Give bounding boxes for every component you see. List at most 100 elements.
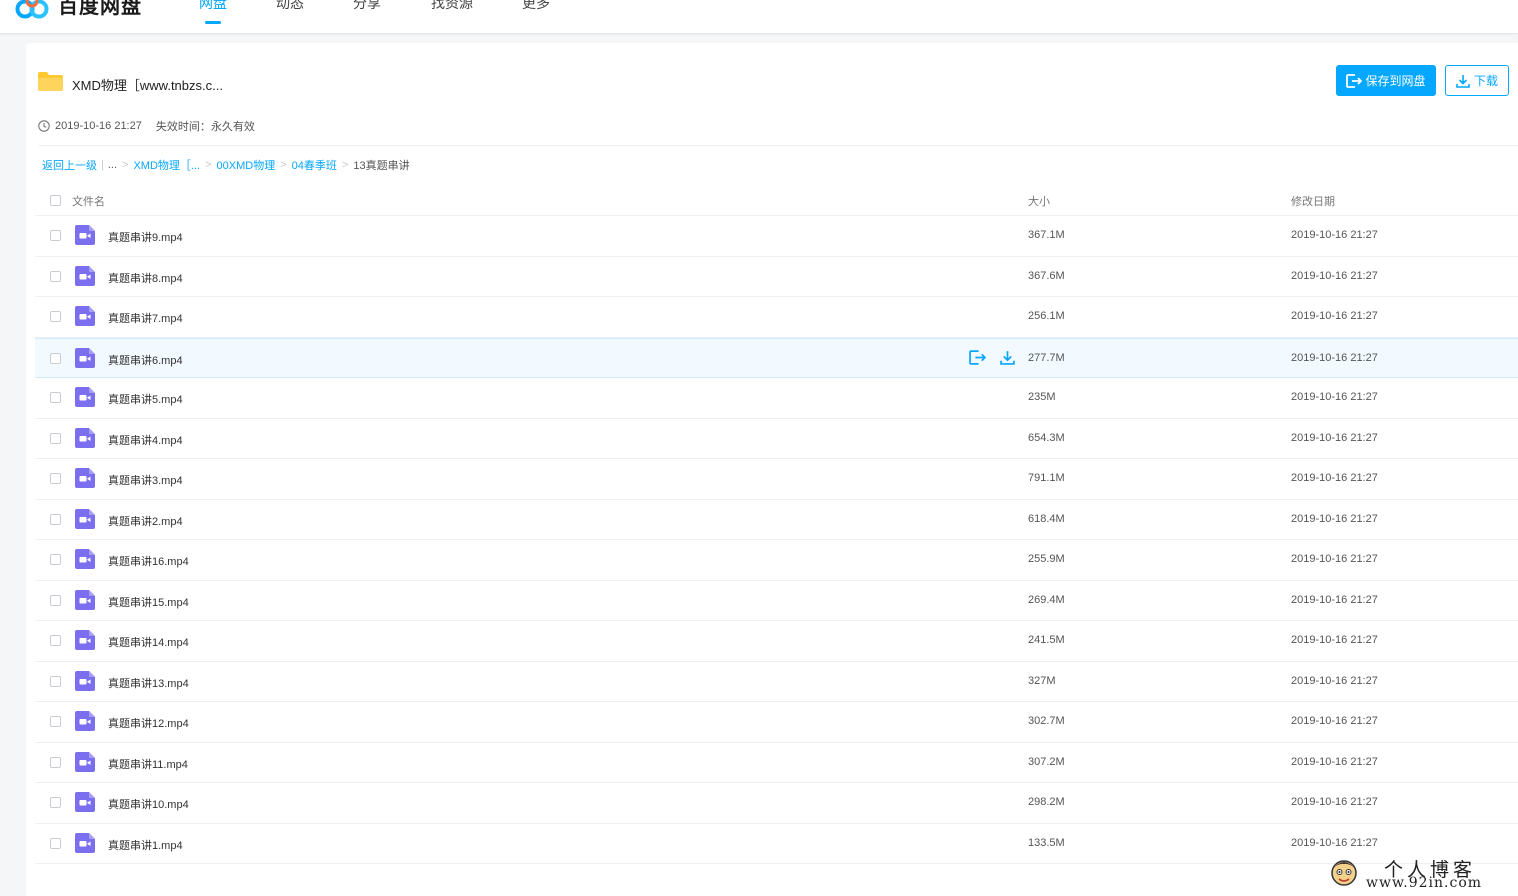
- file-name[interactable]: 真题串讲7.mp4: [108, 310, 183, 326]
- table-row[interactable]: 真题串讲1.mp4 133.5M 2019-10-16 21:27: [35, 824, 1518, 864]
- file-size: 255.9M: [1028, 553, 1065, 565]
- file-name[interactable]: 真题串讲10.mp4: [108, 796, 189, 812]
- breadcrumb-separator: >: [122, 159, 129, 171]
- table-row[interactable]: 真题串讲8.mp4 367.6M 2019-10-16 21:27: [35, 257, 1518, 297]
- row-checkbox[interactable]: [50, 352, 61, 364]
- breadcrumb-separator: >: [280, 159, 287, 171]
- save-to-disk-button[interactable]: 保存到网盘: [1336, 65, 1436, 96]
- row-download-icon[interactable]: [1000, 350, 1015, 370]
- file-size: 327M: [1028, 674, 1056, 687]
- nav-item-more[interactable]: 更多: [522, 0, 550, 12]
- file-size: 298.2M: [1028, 796, 1065, 808]
- row-checkbox[interactable]: [50, 513, 61, 525]
- file-list: 真题串讲9.mp4 367.1M 2019-10-16 21:27 真题串讲8.mp4…: [35, 216, 1518, 864]
- file-name[interactable]: 真题串讲2.mp4: [108, 513, 183, 529]
- column-header-size[interactable]: 大小: [1028, 193, 1050, 209]
- file-date: 2019-10-16 21:27: [1291, 391, 1378, 403]
- nav-item-netdisk[interactable]: 网盘: [199, 0, 227, 12]
- table-row[interactable]: 真题串讲4.mp4 654.3M 2019-10-16 21:27: [35, 419, 1518, 459]
- file-name[interactable]: 真题串讲14.mp4: [108, 634, 189, 650]
- row-checkbox[interactable]: [50, 473, 61, 484]
- file-date: 2019-10-16 21:27: [1291, 472, 1378, 484]
- row-checkbox[interactable]: [50, 311, 61, 322]
- file-size: 367.1M: [1028, 229, 1065, 241]
- file-name[interactable]: 真题串讲6.mp4: [108, 352, 183, 368]
- logo-text: 百度网盘: [58, 0, 142, 18]
- file-name[interactable]: 真题串讲1.mp4: [108, 837, 183, 853]
- row-checkbox[interactable]: [50, 797, 61, 808]
- row-checkbox[interactable]: [50, 432, 61, 444]
- file-date: 2019-10-16 21:27: [1291, 553, 1378, 565]
- expiry-value: 永久有效: [210, 121, 255, 133]
- row-checkbox[interactable]: [50, 392, 61, 403]
- table-row[interactable]: 真题串讲14.mp4 241.5M 2019-10-16 21:27: [35, 621, 1518, 662]
- download-button[interactable]: 下载: [1445, 65, 1509, 96]
- row-checkbox[interactable]: [50, 554, 61, 565]
- row-checkbox[interactable]: [50, 675, 61, 687]
- file-date: 2019-10-16 21:27: [1291, 512, 1378, 525]
- row-checkbox[interactable]: [50, 756, 61, 768]
- breadcrumb: 返回上一级 | ... > XMD物理［... > 00XMD物理 > 04春季…: [42, 157, 410, 173]
- row-checkbox[interactable]: [50, 594, 61, 606]
- row-checkbox[interactable]: [50, 837, 61, 849]
- breadcrumb-back[interactable]: 返回上一级: [42, 157, 97, 173]
- file-size: 791.1M: [1028, 472, 1065, 484]
- table-row[interactable]: 真题串讲15.mp4 269.4M 2019-10-16 21:27: [35, 581, 1518, 621]
- column-header-date[interactable]: 修改日期: [1291, 193, 1335, 209]
- column-header-name[interactable]: 文件名: [72, 193, 105, 209]
- table-row[interactable]: 真题串讲3.mp4 791.1M 2019-10-16 21:27: [35, 459, 1518, 500]
- file-size: 241.5M: [1028, 634, 1065, 646]
- file-name[interactable]: 真题串讲3.mp4: [108, 472, 183, 488]
- breadcrumb-ellipsis[interactable]: ...: [108, 159, 117, 171]
- file-name[interactable]: 真题串讲12.mp4: [108, 715, 189, 731]
- table-row[interactable]: 真题串讲7.mp4 256.1M 2019-10-16 21:27: [35, 297, 1518, 338]
- file-size: 269.4M: [1028, 593, 1065, 606]
- row-checkbox[interactable]: [50, 716, 61, 727]
- table-row[interactable]: 真题串讲13.mp4 327M 2019-10-16 21:27: [35, 662, 1518, 702]
- row-save-icon[interactable]: [969, 349, 987, 370]
- table-row[interactable]: 真题串讲12.mp4 302.7M 2019-10-16 21:27: [35, 702, 1518, 743]
- breadcrumb-item[interactable]: 04春季班: [292, 157, 337, 173]
- clock-icon: [38, 120, 50, 132]
- watermark: 个人博客 www.92in.com: [1326, 851, 1510, 895]
- nav-item-share[interactable]: 分享: [353, 0, 381, 12]
- table-row[interactable]: 真题串讲11.mp4 307.2M 2019-10-16 21:27: [35, 743, 1518, 783]
- file-size: 277.7M: [1028, 351, 1065, 364]
- nav-item-find-resources[interactable]: 找资源: [431, 0, 473, 12]
- table-row[interactable]: 真题串讲10.mp4 298.2M 2019-10-16 21:27: [35, 783, 1518, 824]
- file-name[interactable]: 真题串讲15.mp4: [108, 594, 189, 610]
- baidu-cloud-logo-icon: [15, 0, 49, 19]
- video-file-icon: [75, 751, 95, 777]
- video-file-icon: [75, 468, 95, 493]
- video-file-icon: [75, 792, 95, 817]
- row-checkbox[interactable]: [50, 635, 61, 646]
- table-row[interactable]: 真题串讲9.mp4 367.1M 2019-10-16 21:27: [35, 216, 1518, 257]
- file-date: 2019-10-16 21:27: [1291, 755, 1378, 768]
- file-date: 2019-10-16 21:27: [1291, 593, 1378, 606]
- select-all-checkbox[interactable]: [50, 195, 61, 206]
- row-checkbox[interactable]: [50, 230, 61, 241]
- video-file-icon: [75, 265, 95, 291]
- logo[interactable]: 百度网盘: [15, 0, 142, 20]
- file-date: 2019-10-16 21:27: [1291, 715, 1378, 727]
- video-file-icon: [75, 630, 95, 655]
- table-row[interactable]: 真题串讲6.mp4 277.7M 2019-10-16 21:27: [35, 337, 1518, 378]
- file-name[interactable]: 真题串讲16.mp4: [108, 553, 189, 569]
- row-checkbox[interactable]: [50, 270, 61, 282]
- table-row[interactable]: 真题串讲16.mp4 255.9M 2019-10-16 21:27: [35, 540, 1518, 581]
- file-name[interactable]: 真题串讲5.mp4: [108, 391, 183, 407]
- nav-item-activity[interactable]: 动态: [276, 0, 304, 12]
- file-name[interactable]: 真题串讲11.mp4: [108, 756, 188, 772]
- breadcrumb-item[interactable]: 00XMD物理: [217, 157, 276, 173]
- breadcrumb-item[interactable]: XMD物理［...: [133, 157, 200, 173]
- table-row[interactable]: 真题串讲2.mp4 618.4M 2019-10-16 21:27: [35, 500, 1518, 540]
- file-name[interactable]: 真题串讲13.mp4: [108, 675, 189, 691]
- video-file-icon: [75, 589, 95, 615]
- table-row[interactable]: 真题串讲5.mp4 235M 2019-10-16 21:27: [35, 378, 1518, 419]
- file-name[interactable]: 真题串讲8.mp4: [108, 270, 183, 286]
- file-name[interactable]: 真题串讲4.mp4: [108, 432, 183, 448]
- file-size: 302.7M: [1028, 715, 1065, 727]
- breadcrumb-separator: |: [101, 159, 104, 171]
- file-name[interactable]: 真题串讲9.mp4: [108, 229, 183, 245]
- file-size: 367.6M: [1028, 269, 1065, 282]
